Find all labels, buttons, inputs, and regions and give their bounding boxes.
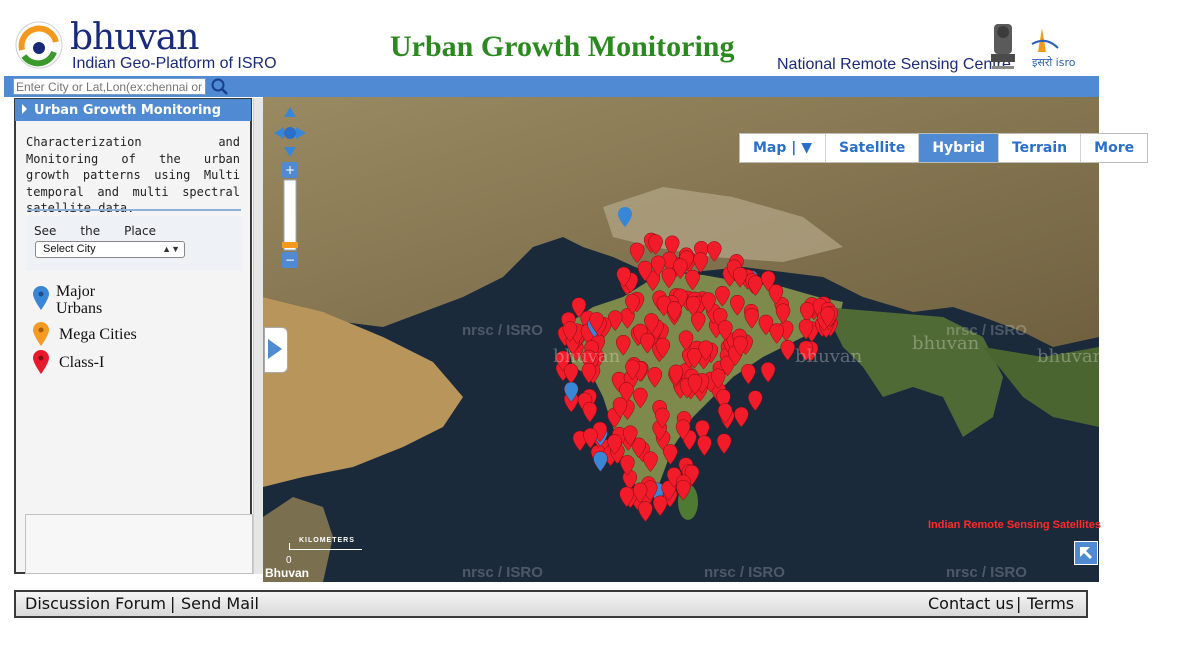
discussion-forum-link[interactable]: Discussion Forum: [25, 594, 166, 613]
see-label-word: the: [80, 224, 101, 238]
map-pin-icon: [33, 286, 49, 310]
org-name: National Remote Sensing Centre: [777, 56, 1011, 73]
layer-more-button[interactable]: More: [1081, 134, 1147, 162]
zoom-out-icon: −: [285, 253, 295, 267]
play-arrow-icon[interactable]: [268, 339, 282, 359]
legend-label-major-urbans: Major Urbans: [56, 283, 103, 317]
expand-arrow-icon[interactable]: [22, 104, 27, 114]
zoom-handle: [282, 242, 298, 248]
legend-pin-shape: [33, 286, 49, 310]
zoom-slider[interactable]: + −: [282, 162, 298, 270]
city-select[interactable]: Select City ▲▼: [35, 241, 185, 258]
search-input[interactable]: [13, 78, 206, 95]
see-label-word: Place: [124, 224, 156, 238]
footer-separator: |: [170, 594, 176, 613]
layer-satellite-button[interactable]: Satellite: [826, 134, 920, 162]
watermark-logo: bhuvan: [1037, 346, 1105, 367]
legend-label-mega-cities: Mega Cities: [59, 326, 137, 343]
panel-divider: [28, 209, 241, 211]
logo-word: bhuvan: [70, 17, 199, 58]
watermark: nrsc / ISRO: [946, 564, 1027, 581]
arrow-icon: [1080, 547, 1092, 559]
panel-bottom-box: [25, 514, 253, 574]
watermark-logo: bhuvan: [795, 346, 863, 367]
zoom-in-icon: +: [285, 163, 295, 177]
bhuvan-logo-icon[interactable]: [14, 20, 64, 70]
watermark: nrsc / ISRO: [462, 322, 543, 339]
see-label-word: See: [34, 224, 57, 238]
city-select-value: Select City: [43, 243, 96, 255]
fullscreen-button[interactable]: [1074, 541, 1098, 565]
watermark: nrsc / ISRO: [704, 564, 785, 581]
see-the-place-label: See the Place: [34, 224, 156, 238]
irs-label: Indian Remote Sensing Satellites: [928, 519, 1101, 531]
map-pin-icon: [33, 350, 49, 374]
page-title: Urban Growth Monitoring: [390, 30, 735, 63]
search-icon[interactable]: [210, 77, 230, 97]
layer-hybrid-button[interactable]: Hybrid: [919, 134, 999, 162]
pan-control-icon[interactable]: [272, 105, 308, 159]
isro-logo-icon: इसरो isro: [1031, 28, 1076, 69]
layer-terrain-button[interactable]: Terrain: [999, 134, 1082, 162]
logo-subtitle: Indian Geo-Platform of ISRO: [72, 55, 277, 72]
map-pin-icon: [33, 322, 49, 346]
svg-text:इसरो isro: इसरो isro: [1032, 56, 1076, 69]
watermark-logo: bhuvan: [553, 346, 621, 367]
scale-label: KILOMETERS: [299, 537, 355, 544]
scale-zero: 0: [286, 555, 292, 566]
layer-map-button[interactable]: Map | ▼: [740, 134, 827, 162]
scale-bar: [289, 543, 362, 550]
legend-label-class-i: Class-I: [59, 354, 105, 371]
layer-switcher: Map | ▼ Satellite Hybrid Terrain More: [739, 133, 1149, 163]
watermark-logo: bhuvan: [912, 333, 980, 354]
panel-header-label[interactable]: Urban Growth Monitoring: [34, 103, 221, 118]
terms-link[interactable]: Terms: [1027, 594, 1074, 613]
panel-description: Characterization and Monitoring of the u…: [26, 135, 240, 215]
select-arrows-icon: ▲▼: [162, 244, 180, 254]
send-mail-link[interactable]: Send Mail: [181, 594, 259, 613]
contact-us-link[interactable]: Contact us: [928, 594, 1014, 613]
national-emblem-icon: [991, 24, 1015, 69]
map-attribution: Bhuvan: [265, 566, 310, 580]
watermark: nrsc / ISRO: [462, 564, 543, 581]
panel-scrollbar[interactable]: [253, 98, 263, 574]
footer-separator: |: [1016, 594, 1022, 613]
